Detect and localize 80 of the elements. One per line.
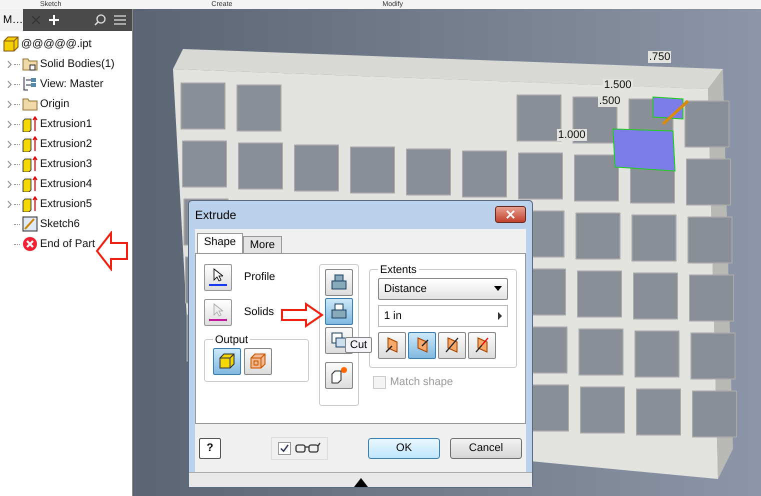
tree-item[interactable]: Origin [40, 98, 70, 110]
close-button[interactable] [495, 206, 526, 224]
dialog-button[interactable]: OK [368, 438, 440, 459]
chevron-icon[interactable] [7, 160, 12, 168]
part-icon [3, 36, 19, 52]
glasses-icon [295, 442, 321, 454]
chevron-icon[interactable] [7, 120, 12, 128]
new-solid-button[interactable] [325, 362, 353, 389]
dimension-label[interactable]: 1.000 [557, 129, 587, 141]
dialog-tab[interactable]: Shape [197, 232, 243, 253]
direction-button[interactable] [438, 332, 466, 359]
extrusion-icon [22, 176, 38, 192]
dimension-label[interactable]: .500 [598, 95, 622, 107]
chevron-icon[interactable] [7, 60, 12, 68]
surface-output-button[interactable] [244, 348, 272, 375]
search-icon[interactable] [94, 14, 106, 26]
distance-field[interactable]: 1 in [378, 304, 508, 327]
group-label: Output [214, 334, 250, 346]
selector-button[interactable] [204, 264, 232, 291]
hierarchy-icon [22, 76, 38, 92]
surface-cube-icon [249, 352, 267, 370]
tree-item[interactable]: Extrusion1 [40, 118, 92, 130]
tree-item[interactable]: End of Part [40, 238, 96, 250]
dialog-title: Extrude [195, 208, 236, 222]
tree-item[interactable]: Extrusion5 [40, 198, 92, 210]
cursor-arrow-icon [213, 303, 223, 318]
close-icon [506, 210, 515, 220]
chevron-icon[interactable] [7, 100, 12, 108]
browser-tab[interactable]: M… [0, 9, 23, 31]
group-label: Extents [379, 264, 418, 276]
direction-button[interactable] [378, 332, 406, 359]
intersect-icon [330, 331, 348, 350]
selector-label: Solids [244, 306, 274, 318]
dimension-label[interactable]: .750 [648, 51, 672, 63]
chevron-icon[interactable] [7, 140, 12, 148]
direction-button[interactable] [468, 332, 496, 359]
tree-item[interactable]: Sketch6 [40, 218, 80, 230]
join-button[interactable] [325, 268, 353, 296]
join-icon [330, 273, 348, 292]
cut-icon [330, 302, 348, 320]
tree-item[interactable]: Extrusion2 [40, 138, 92, 150]
selector-label: Profile [244, 271, 276, 284]
cut-button[interactable] [325, 298, 353, 325]
extrusion-icon [22, 136, 38, 152]
sketch-icon [22, 216, 38, 232]
folder-icon [22, 96, 38, 112]
dialog-button[interactable]: Cancel [450, 438, 522, 459]
solid-cube-icon [218, 352, 236, 370]
menu-icon[interactable] [114, 15, 126, 25]
tree-item[interactable]: Extrusion3 [40, 158, 92, 170]
direction-icon [443, 336, 461, 354]
checkbox-label: Match shape [390, 376, 453, 388]
error-icon [22, 236, 38, 252]
chevron-icon[interactable] [7, 180, 12, 188]
extents-dropdown[interactable]: Distance [378, 278, 508, 300]
tree-item[interactable]: Solid Bodies(1) [40, 58, 115, 70]
tree-item[interactable]: Extrusion4 [40, 178, 92, 190]
chevron-icon[interactable] [7, 80, 12, 88]
tree-item[interactable]: View: Master [40, 78, 104, 90]
extrusion-icon [22, 116, 38, 132]
extrusion-icon [22, 196, 38, 212]
dropdown-arrow-icon [494, 286, 502, 292]
arrow-right-icon [498, 312, 502, 320]
new-solid-icon [330, 366, 348, 384]
preview-checkbox[interactable] [278, 442, 291, 455]
tree-item[interactable]: @@@@@.ipt [21, 38, 92, 50]
solid-output-button[interactable] [213, 348, 241, 375]
folder-icon [22, 56, 38, 72]
plus-icon[interactable] [49, 15, 59, 25]
cursor-arrow-icon [213, 268, 223, 282]
chevron-icon[interactable] [7, 200, 12, 208]
arrow-annotation-icon [95, 231, 129, 271]
dialog-tab[interactable]: More [242, 236, 282, 253]
direction-icon [473, 336, 491, 354]
help-button[interactable]: ? [199, 438, 221, 459]
extrusion-icon [22, 156, 38, 172]
tooltip: Cut [345, 336, 372, 353]
arrow-annotation-icon [280, 302, 324, 328]
dimension-label[interactable]: 1.500 [603, 79, 633, 91]
expand-triangle-icon[interactable] [354, 478, 368, 487]
